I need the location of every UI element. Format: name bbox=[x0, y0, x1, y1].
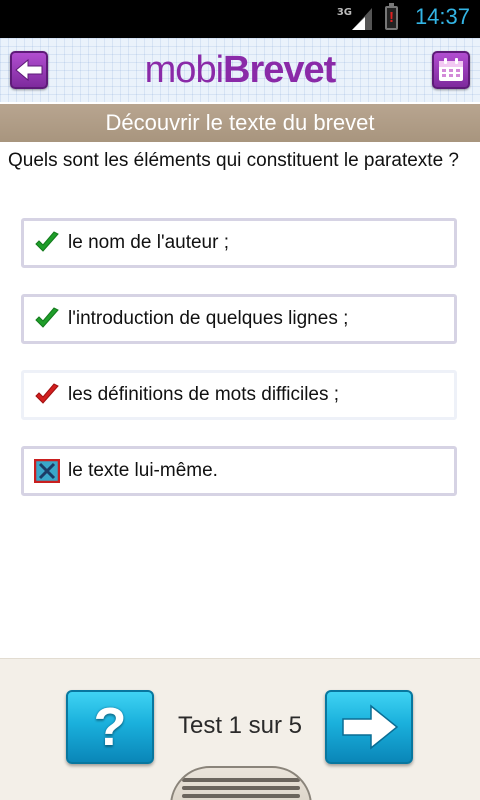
logo-part-mobi: mobi bbox=[144, 49, 224, 91]
calendar-icon bbox=[439, 58, 463, 81]
answer-option-3[interactable]: les définitions de mots difficiles ; bbox=[21, 370, 457, 420]
signal-icon bbox=[352, 8, 372, 30]
answer-label: le texte lui-même. bbox=[68, 460, 218, 481]
question-text: Quels sont les éléments qui constituent … bbox=[8, 150, 459, 171]
status-bar: 3G ! 14:37 bbox=[0, 0, 480, 38]
check-green-icon bbox=[35, 307, 59, 328]
answer-label: le nom de l'auteur ; bbox=[68, 232, 229, 253]
next-button[interactable] bbox=[325, 690, 413, 764]
page-title: Découvrir le texte du brevet bbox=[0, 104, 480, 142]
clock: 14:37 bbox=[414, 4, 470, 29]
check-green-icon bbox=[35, 231, 59, 252]
battery-icon: ! bbox=[385, 3, 398, 30]
answer-label: l'introduction de quelques lignes ; bbox=[68, 308, 349, 329]
arrow-right-icon bbox=[342, 704, 399, 750]
answer-option-4[interactable]: le texte lui-même. bbox=[21, 446, 457, 496]
answer-option-2[interactable]: l'introduction de quelques lignes ; bbox=[21, 294, 457, 344]
question-mark-icon: ? bbox=[93, 697, 127, 757]
test-counter: Test 1 sur 5 bbox=[177, 712, 303, 739]
cross-box-icon bbox=[34, 459, 60, 483]
answer-option-1[interactable]: le nom de l'auteur ; bbox=[21, 218, 457, 268]
app-logo: mobiBrevet bbox=[0, 50, 480, 90]
app-header: mobiBrevet bbox=[0, 38, 480, 102]
answer-label: les définitions de mots difficiles ; bbox=[68, 384, 340, 405]
check-red-icon bbox=[35, 383, 59, 404]
network-type: 3G bbox=[336, 7, 352, 18]
help-button[interactable]: ? bbox=[66, 690, 154, 764]
speaker-grille bbox=[170, 766, 312, 800]
calendar-button[interactable] bbox=[432, 51, 470, 89]
battery-warning: ! bbox=[389, 9, 394, 26]
logo-part-brevet: Brevet bbox=[223, 49, 336, 91]
